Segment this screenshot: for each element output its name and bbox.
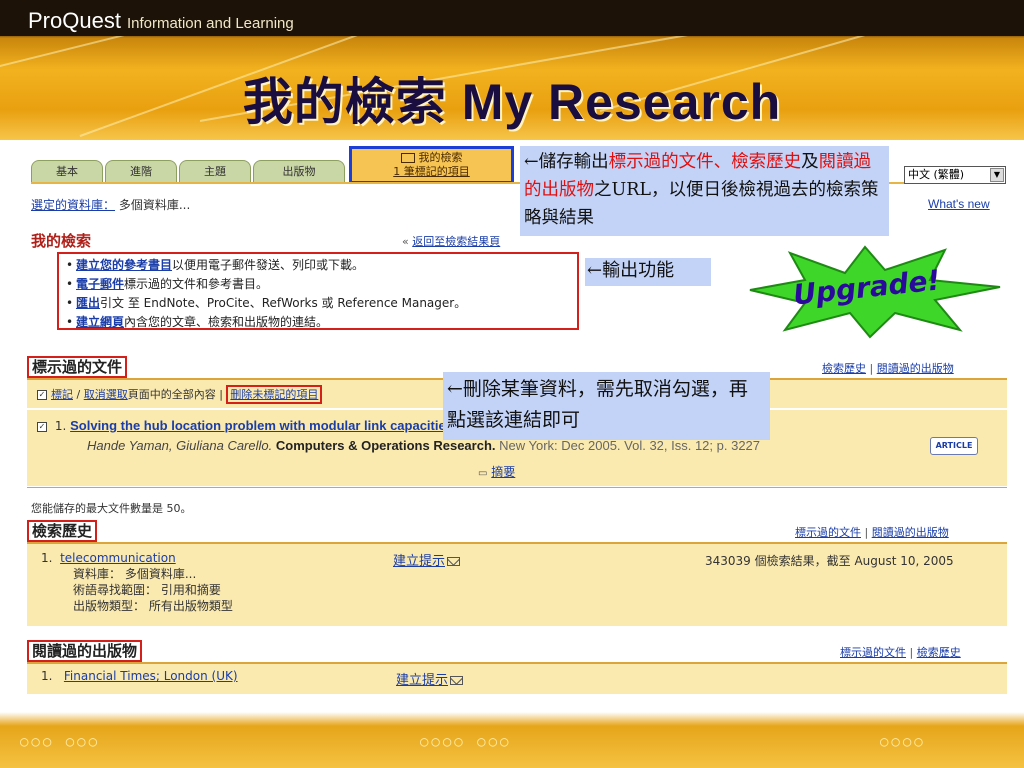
list-item: • 匯出引文 至 EndNote、ProCite、RefWorks 或 Refer… [66, 296, 467, 310]
marked-docs-link[interactable]: 標示過的文件 [795, 526, 861, 539]
history-db: 資料庫： 多個資料庫... [73, 567, 197, 581]
upgrade-badge: Upgrade! [745, 245, 1005, 344]
tab-topic[interactable]: 主題 [179, 160, 251, 182]
list-item: • 建立網頁內含您的文章、檢索和出版物的連結。 [66, 315, 329, 329]
abstract: ▭ 摘要 [478, 463, 515, 480]
marked-article: ✓ 1. Solving the hub location problem wi… [37, 418, 760, 453]
brand-name: ProQuest [28, 8, 121, 33]
history-number: 1. [41, 551, 53, 565]
callout-delete: ←刪除某筆資料，需先取消勾選，再點選該連結即可 [443, 372, 770, 440]
marked-docs-link[interactable]: 標示過的文件 [840, 646, 906, 659]
unmark-all-link[interactable]: 取消選取 [84, 388, 128, 401]
footer-decoration: ○○○ ○○○ [20, 734, 101, 750]
article-title-link[interactable]: Solving the hub location problem with mo… [70, 418, 453, 433]
whats-new-link[interactable]: What's new [928, 197, 990, 211]
list-item: • 建立您的參考書目以便用電子郵件發送、列印或下載。 [66, 258, 365, 272]
brand-subtitle: Information and Learning [126, 15, 294, 32]
toolbar-text: 頁面中的全部內容 [127, 388, 216, 401]
footer-decoration: ○○○○ ○○○ [420, 734, 512, 750]
chevron-down-icon: ▼ [990, 168, 1004, 182]
selected-databases-link[interactable]: 選定的資料庫： [31, 198, 115, 212]
back-to-results-link[interactable]: 返回至檢索結果頁 [412, 235, 500, 248]
callout-output: ←輸出功能 [585, 258, 711, 286]
tab-my-research-label: 我的檢索 [418, 151, 463, 164]
article-checkbox[interactable]: ✓ [37, 421, 47, 432]
callout-save-urls: ←儲存輸出標示過的文件、檢索歷史及閱讀過的出版物之URL，以便日後檢視過去的檢索… [520, 146, 889, 236]
create-alert-link[interactable]: 建立提示 [393, 554, 445, 569]
publication-alert[interactable]: 建立提示 [396, 669, 464, 688]
marked-nav-links: 檢索歷史 | 閱讀過的出版物 [822, 362, 954, 375]
publication-row: 1. Financial Times; London (UK) [41, 669, 238, 683]
history-results: 343039 個檢索結果，截至 August 10, 2005 [705, 554, 954, 568]
tab-basic[interactable]: 基本 [31, 160, 103, 182]
email-link[interactable]: 電子郵件 [76, 277, 124, 291]
create-bibliography-link[interactable]: 建立您的參考書目 [76, 258, 172, 272]
my-search-heading: 我的檢索 [31, 232, 92, 250]
tab-my-research[interactable]: 我的檢索 1 筆標記的項目 [349, 146, 514, 184]
back-prefix: « [402, 235, 409, 248]
output-options: • 建立您的參考書目以便用電子郵件發送、列印或下載。 • 電子郵件標示過的文件和參考… [66, 256, 466, 332]
back-to-results: « 返回至檢索結果頁 [402, 233, 500, 249]
article-number: 1. [54, 419, 67, 433]
page-title: 我的檢索 My Research [242, 74, 782, 130]
history-pubtype: 出版物類型： 所有出版物類型 [73, 599, 233, 613]
max-docs-note: 您能儲存的最大文件數量是 50。 [31, 502, 192, 515]
history-scope: 術語尋找範圍： 引用和摘要 [73, 583, 221, 597]
brand-logo: ProQuest Information and Learning [28, 8, 294, 34]
article-format-button[interactable]: ARTICLE [930, 437, 978, 455]
checkbox-icon[interactable]: ✓ [37, 390, 47, 400]
database-line: 選定的資料庫： 多個資料庫... [31, 196, 190, 213]
list-item-text: 引文 至 EndNote、ProCite、RefWorks 或 Referenc… [100, 296, 467, 310]
history-query-link[interactable]: telecommunication [60, 551, 176, 565]
marked-count: 1 筆標記的項目 [393, 165, 470, 178]
databases-value: 多個資料庫... [118, 198, 191, 212]
list-item: • 電子郵件標示過的文件和參考書目。 [66, 277, 269, 291]
create-alert-link[interactable]: 建立提示 [396, 673, 448, 688]
mail-icon [447, 557, 461, 566]
history-alert[interactable]: 建立提示 [393, 550, 461, 569]
delete-unmarked-link[interactable]: 刪除未標記的項目 [230, 388, 318, 401]
abstract-icon: ▭ [478, 468, 488, 479]
publication-number: 1. [41, 669, 53, 683]
create-webpage-link[interactable]: 建立網頁 [76, 315, 124, 329]
search-history-link[interactable]: 檢索歷史 [822, 362, 866, 375]
nav-tabs: 基本 進階 主題 出版物 [31, 160, 347, 182]
history-nav-links: 標示過的文件 | 閱讀過的出版物 [795, 526, 949, 539]
search-history-link[interactable]: 檢索歷史 [917, 646, 961, 659]
tab-publications[interactable]: 出版物 [253, 160, 345, 182]
history-row: 1. telecommunication 資料庫： 多個資料庫... 術語尋找範… [41, 550, 233, 614]
abstract-link[interactable]: 摘要 [491, 465, 515, 479]
delete-unmarked-box: 刪除未標記的項目 [226, 385, 323, 404]
language-value: 中文 (繁體) [908, 168, 965, 181]
language-select[interactable]: 中文 (繁體) ▼ [904, 166, 1006, 184]
read-publications-link[interactable]: 閱讀過的出版物 [872, 526, 949, 539]
publications-nav-links: 標示過的文件 | 檢索歷史 [840, 646, 961, 659]
article-citation: Hande Yaman, Giuliana Carello. Computers… [87, 438, 760, 453]
article-authors: Hande Yaman, Giuliana Carello. [87, 438, 273, 453]
list-item-text: 以便用電子郵件發送、列印或下載。 [172, 258, 365, 272]
marked-toolbar: ✓ 標記 / 取消選取頁面中的全部內容 | 刪除未標記的項目 [37, 385, 323, 404]
publication-link[interactable]: Financial Times; London (UK) [64, 669, 238, 683]
list-item-text: 內含您的文章、檢索和出版物的連結。 [124, 315, 329, 329]
export-link[interactable]: 匯出 [76, 296, 100, 310]
mail-icon [450, 676, 464, 685]
footer-decoration: ○○○○ [880, 734, 926, 750]
article-details: New York: Dec 2005. Vol. 32, Iss. 12; p.… [499, 438, 761, 453]
list-item-text: 標示過的文件和參考書目。 [124, 277, 269, 291]
read-publications-link[interactable]: 閱讀過的出版物 [877, 362, 954, 375]
article-journal: Computers & Operations Research. [275, 438, 496, 453]
tab-advanced[interactable]: 進階 [105, 160, 177, 182]
mark-all-link[interactable]: 標記 [51, 388, 73, 401]
footer-band: ○○○ ○○○ ○○○○ ○○○ ○○○○ [0, 712, 1024, 768]
read-publications-heading: 閱讀過的出版物 [27, 640, 143, 662]
marked-docs-heading: 標示過的文件 [27, 356, 128, 378]
divider [27, 487, 1007, 488]
folder-icon [400, 153, 415, 163]
search-history-heading: 檢索歷史 [27, 520, 98, 542]
